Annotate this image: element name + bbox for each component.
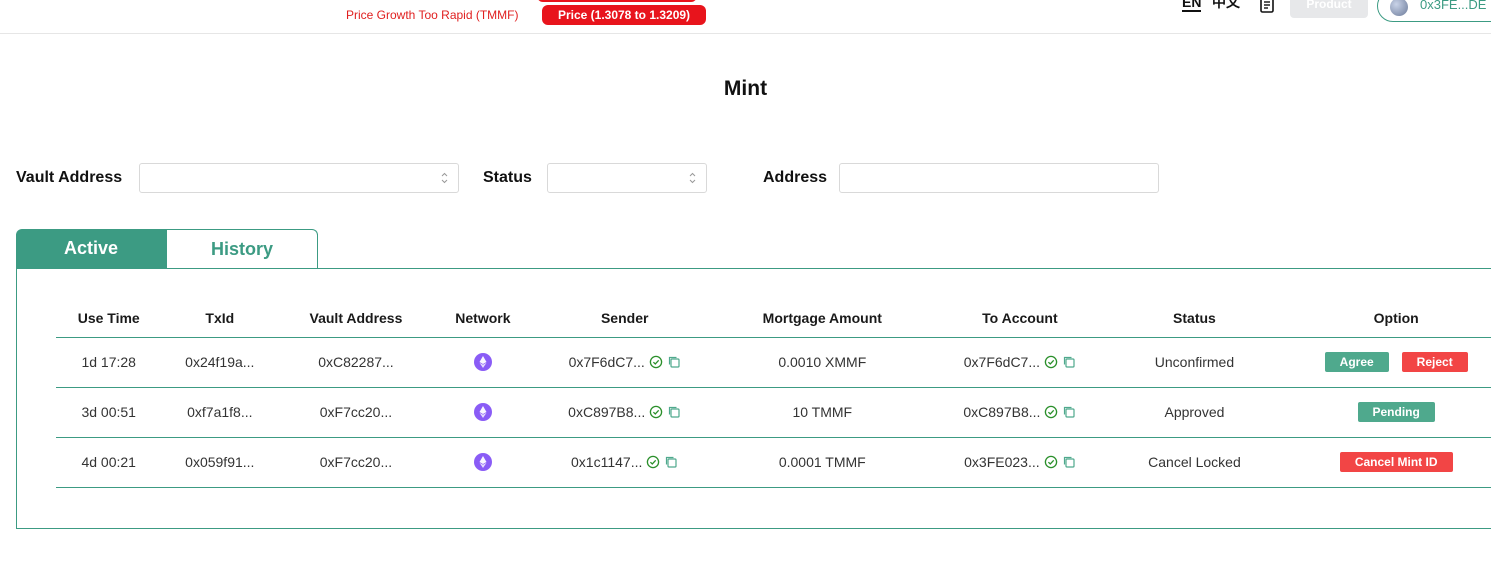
ethereum-icon — [473, 403, 492, 422]
col-txid: TxId — [161, 299, 279, 338]
vault-cell[interactable]: 0xF7cc20... — [278, 437, 434, 488]
to-account-address: 0x7F6dC7... — [963, 354, 1041, 370]
txid-cell[interactable]: 0x059f91... — [161, 437, 279, 488]
option-cell: Cancel Mint ID — [1276, 437, 1491, 488]
copy-icon[interactable] — [664, 455, 678, 469]
sender-cell: 0x7F6dC7... — [532, 337, 718, 388]
copy-icon[interactable] — [1062, 455, 1076, 469]
price-alert-text: Price Growth Too Rapid (TMMF) — [346, 8, 519, 22]
status-cell: Unconfirmed — [1112, 337, 1277, 388]
col-to-account: To Account — [927, 299, 1113, 338]
copy-icon[interactable] — [1062, 355, 1076, 369]
copy-icon[interactable] — [1062, 405, 1076, 419]
use-time-cell: 1d 17:28 — [56, 337, 162, 388]
pending-button[interactable]: Pending — [1357, 402, 1435, 422]
txid-cell[interactable]: 0x24f19a... — [161, 337, 279, 388]
status-cell: Approved — [1112, 387, 1277, 438]
vault-address-select[interactable] — [139, 163, 459, 193]
col-vault-address: Vault Address — [278, 299, 434, 338]
to-account-address: 0xC897B8... — [963, 404, 1041, 420]
status-label: Status — [483, 169, 532, 186]
sender-cell: 0xC897B8... — [532, 387, 718, 438]
to-account-cell: 0x3FE023... — [927, 437, 1113, 488]
mint-table-panel: Use Time TxId Vault Address Network Send… — [16, 268, 1491, 529]
address-input[interactable] — [839, 163, 1159, 193]
to-account-cell: 0x7F6dC7... — [927, 337, 1113, 388]
network-cell — [433, 437, 533, 488]
reject-button[interactable]: Reject — [1401, 352, 1468, 372]
status-select[interactable] — [547, 163, 707, 193]
option-cell: Agree Reject — [1276, 337, 1491, 388]
verified-check-icon — [1044, 355, 1058, 369]
wallet-avatar — [1390, 0, 1408, 16]
network-cell — [433, 387, 533, 438]
use-time-cell: 3d 00:51 — [56, 387, 162, 438]
address-label: Address — [763, 169, 828, 186]
mint-table: Use Time TxId Vault Address Network Send… — [56, 299, 1491, 488]
status-cell: Cancel Locked — [1112, 437, 1277, 488]
use-time-cell: 4d 00:21 — [56, 437, 162, 488]
vault-cell[interactable]: 0xC82287... — [278, 337, 434, 388]
page-title: Mint — [723, 77, 768, 100]
select-arrows-icon — [441, 172, 448, 184]
copy-icon[interactable] — [667, 355, 681, 369]
wallet-button[interactable]: 0x3FE...DE — [1377, 0, 1491, 22]
col-option: Option — [1276, 299, 1491, 338]
tab-history[interactable]: History — [166, 229, 318, 269]
to-account-address: 0x3FE023... — [964, 454, 1040, 470]
select-arrows-icon — [689, 172, 696, 184]
mortgage-amount-cell: 0.0010 XMMF — [717, 337, 928, 388]
col-mortgage-amount: Mortgage Amount — [717, 299, 928, 338]
verified-check-icon — [647, 455, 660, 469]
verified-check-icon — [1045, 405, 1058, 419]
alert-pill-fragment — [537, 0, 697, 2]
table-row: 4d 00:21 0x059f91... 0xF7cc20... 0x1c114… — [56, 437, 1491, 488]
sender-cell: 0x1c1147... — [532, 437, 718, 488]
agree-button[interactable]: Agree — [1324, 352, 1389, 372]
network-cell — [433, 337, 533, 388]
to-account-cell: 0xC897B8... — [927, 387, 1113, 438]
product-button[interactable]: Product — [1290, 0, 1368, 18]
lang-en-button[interactable]: EN — [1182, 0, 1202, 12]
mortgage-amount-cell: 0.0001 TMMF — [717, 437, 928, 488]
document-icon[interactable] — [1258, 0, 1276, 14]
ethereum-icon — [473, 453, 492, 472]
verified-check-icon — [649, 355, 663, 369]
copy-icon[interactable] — [667, 405, 681, 419]
sender-address: 0x7F6dC7... — [568, 354, 645, 370]
top-bar: Price Growth Too Rapid (TMMF) Price (1.3… — [0, 0, 1491, 34]
table-row: 3d 00:51 0xf7a1f8... 0xF7cc20... 0xC897B… — [56, 387, 1491, 438]
cancel-mint-id-button[interactable]: Cancel Mint ID — [1339, 452, 1453, 472]
vault-cell[interactable]: 0xF7cc20... — [278, 387, 434, 438]
ethereum-icon — [473, 353, 492, 372]
mortgage-amount-cell: 10 TMMF — [717, 387, 928, 438]
price-alert-badge[interactable]: Price (1.3078 to 1.3209) — [542, 5, 706, 25]
verified-check-icon — [649, 405, 663, 419]
lang-zh-button[interactable]: 中文 — [1212, 0, 1240, 10]
tab-active[interactable]: Active — [16, 229, 166, 269]
col-use-time: Use Time — [56, 299, 162, 338]
vault-address-label: Vault Address — [16, 169, 123, 186]
sender-address: 0xC897B8... — [568, 404, 646, 420]
sender-address: 0x1c1147... — [571, 454, 643, 470]
table-row: 1d 17:28 0x24f19a... 0xC82287... 0x7F6dC… — [56, 337, 1491, 388]
option-cell: Pending — [1276, 387, 1491, 438]
table-header-row: Use Time TxId Vault Address Network Send… — [56, 299, 1491, 338]
verified-check-icon — [1044, 455, 1057, 469]
txid-cell[interactable]: 0xf7a1f8... — [161, 387, 279, 438]
wallet-address: 0x3FE...DE — [1420, 0, 1487, 12]
col-sender: Sender — [532, 299, 718, 338]
col-network: Network — [433, 299, 533, 338]
col-status: Status — [1112, 299, 1277, 338]
